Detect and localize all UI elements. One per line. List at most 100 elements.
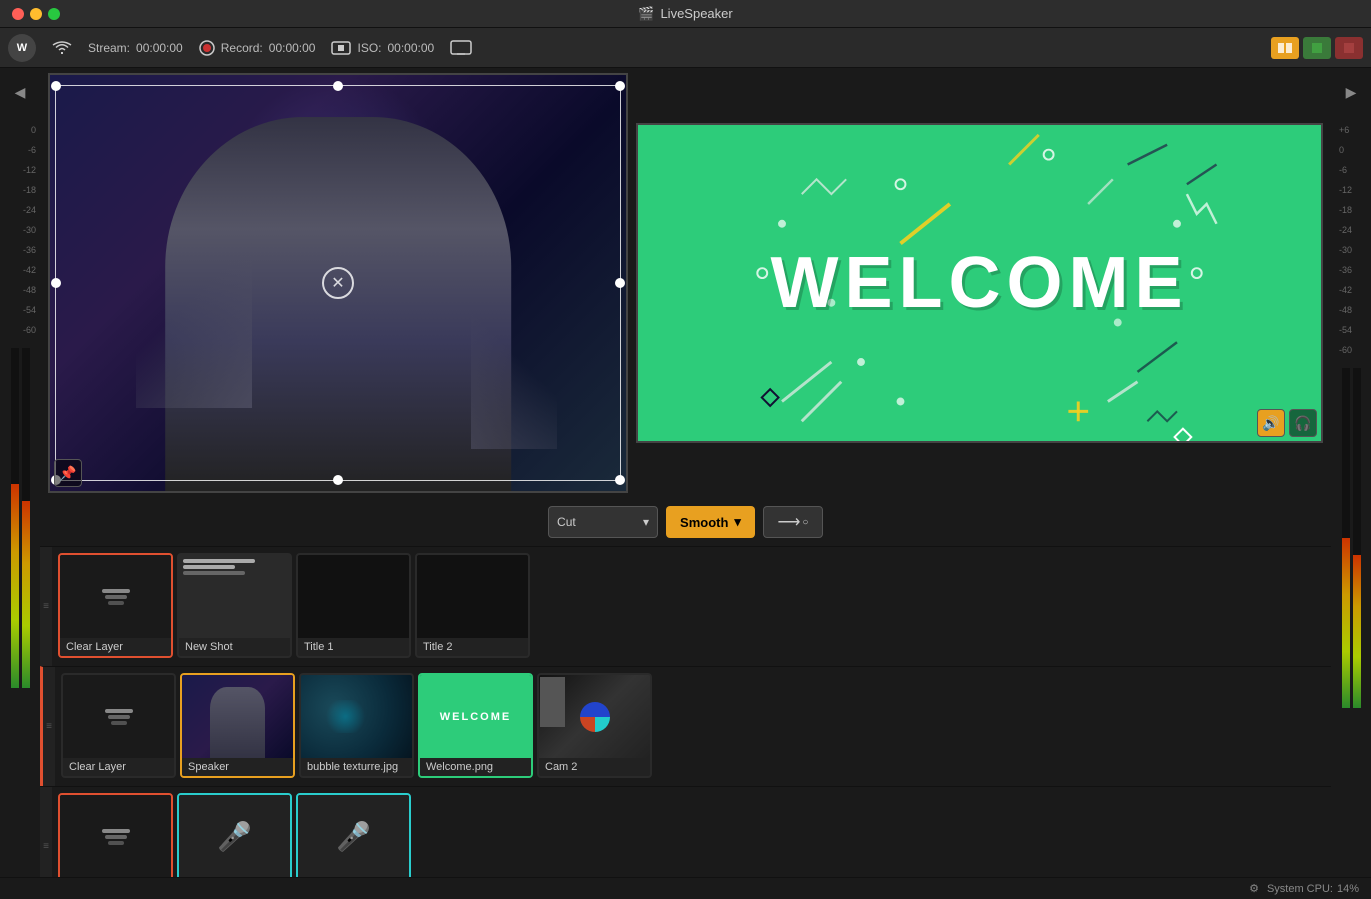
headphone-button[interactable]: 🎧: [1289, 409, 1317, 437]
scene-card-clear-layer-3[interactable]: Clear Layer: [58, 793, 173, 877]
vu-meter-left: ◀ 0 -6 -12 -18 -24 -30 -36 -42 -48 -54 -…: [0, 68, 40, 877]
clear-layer-1-label: Clear Layer: [60, 638, 171, 656]
scene-card-welcome[interactable]: WELCOME Welcome.png: [418, 673, 533, 778]
scene-card-title-2[interactable]: Title 2: [415, 553, 530, 658]
iso-icon: [331, 40, 351, 56]
preview-area: ✕ 📌: [40, 68, 1331, 877]
clear-layer-2-label: Clear Layer: [63, 758, 174, 776]
vu-r-tick-48: -48: [1339, 300, 1367, 320]
layout-button-2[interactable]: [1303, 37, 1331, 59]
cam2-bg: [539, 675, 650, 758]
logo-button[interactable]: W: [8, 34, 36, 62]
vu-right-collapse[interactable]: ▶: [1343, 72, 1359, 112]
scene-card-system-audio[interactable]: 🎤 System Audio Captu: [296, 793, 411, 877]
iso-label: ISO:: [357, 41, 381, 55]
status-bar: ⚙ System CPU: 14%: [0, 877, 1371, 899]
vu-tick-6: -6: [28, 140, 36, 160]
vu-tick-54: -54: [23, 300, 36, 320]
layer-bar-2-3: [111, 721, 127, 725]
wifi-indicator: [52, 40, 72, 56]
smooth-chevron: ▾: [734, 514, 741, 530]
layer-bar-2-2: [108, 715, 130, 719]
minimize-button[interactable]: [30, 8, 42, 20]
scene-card-new-shot[interactable]: New Shot: [177, 553, 292, 658]
vu-bar-left-1: [11, 348, 19, 688]
scenes-area: ≡ Clear Layer: [40, 546, 1331, 877]
vu-meter-right: ▶ +6 0 -6 -12 -18 -24 -30 -36 -42 -48 -5…: [1331, 68, 1371, 877]
nst-bar-2: [183, 565, 235, 569]
iso-indicator: ISO: 00:00:00: [331, 40, 434, 56]
nst-bar-1: [183, 559, 255, 563]
audio-output-button[interactable]: 🔊: [1257, 409, 1285, 437]
pin-button[interactable]: 📌: [54, 459, 82, 487]
row-1-cards: Clear Layer New Shot: [52, 547, 536, 666]
layer-bar-2: [105, 595, 127, 599]
cut-select[interactable]: Cut ▾: [548, 506, 658, 538]
scene-card-title-1[interactable]: Title 1: [296, 553, 411, 658]
row-2-handle[interactable]: ≡: [43, 667, 55, 786]
scene-card-clear-layer-1[interactable]: Clear Layer: [58, 553, 173, 658]
layout-button-1[interactable]: [1271, 37, 1299, 59]
arrow-icon: ⟶: [777, 512, 800, 532]
clear-layer-icon-1: [102, 589, 130, 605]
speaker-thumb: [182, 675, 293, 758]
wifi-icon: [52, 40, 72, 56]
vu-r-tick-0: 0: [1339, 140, 1367, 160]
vu-tick-18: -18: [23, 180, 36, 200]
layout-icon-3: [1343, 42, 1355, 54]
row-3-cards: Clear Layer 🎤 Built-in Microphone: [52, 787, 417, 877]
layout-icon-2: [1311, 42, 1323, 54]
iso-time: 00:00:00: [388, 41, 435, 55]
welcome-card-bg: WELCOME: [420, 675, 531, 758]
welcome-label: Welcome.png: [420, 758, 531, 776]
bubble-bg: [301, 675, 412, 758]
clear-layer-2-thumb: [63, 675, 174, 758]
program-preview-monitor[interactable]: WELCOME 🔊 🎧: [636, 123, 1323, 443]
cut-label: Cut: [557, 515, 576, 529]
vu-r-tick-6: -6: [1339, 160, 1367, 180]
vu-left-collapse[interactable]: ◀: [12, 72, 28, 112]
transition-controls: Cut ▾ Smooth ▾ ⟶ ○: [40, 498, 1331, 546]
vu-r-tick-54: -54: [1339, 320, 1367, 340]
title-1-label: Title 1: [298, 638, 409, 656]
layer-bar-3: [108, 601, 124, 605]
smooth-button[interactable]: Smooth ▾: [666, 506, 755, 538]
scene-card-clear-layer-2[interactable]: Clear Layer: [61, 673, 176, 778]
title-1-bg: [298, 555, 409, 638]
layer-bar-3-1: [102, 829, 130, 833]
row-3-handle[interactable]: ≡: [40, 787, 52, 877]
main-preview-monitor[interactable]: ✕ 📌: [48, 73, 628, 493]
vu-right-scale: +6 0 -6 -12 -18 -24 -30 -36 -42 -48 -54 …: [1331, 120, 1371, 360]
clear-layer-icon-3: [102, 829, 130, 845]
vu-tick-30: -30: [23, 220, 36, 240]
layout-button-3[interactable]: [1335, 37, 1363, 59]
settings-icon[interactable]: ⚙: [1249, 882, 1259, 895]
vu-r-tick-p6: +6: [1339, 120, 1367, 140]
scene-card-cam2[interactable]: Cam 2: [537, 673, 652, 778]
main-area: ◀ 0 -6 -12 -18 -24 -30 -36 -42 -48 -54 -…: [0, 68, 1371, 877]
welcome-card-thumb: WELCOME: [420, 675, 531, 758]
vu-tick-0: 0: [31, 120, 36, 140]
record-button[interactable]: Record: 00:00:00: [199, 40, 316, 56]
close-button[interactable]: [12, 8, 24, 20]
vu-tick-24: -24: [23, 200, 36, 220]
vu-tick-60: -60: [23, 320, 36, 340]
title-bar: 🎬 LiveSpeaker: [0, 0, 1371, 28]
scene-card-speaker[interactable]: Speaker: [180, 673, 295, 778]
scene-card-builtin-mic[interactable]: 🎤 Built-in Microphone: [177, 793, 292, 877]
app-icon: 🎬: [638, 6, 654, 22]
row-1-handle[interactable]: ≡: [40, 547, 52, 666]
record-time: 00:00:00: [269, 41, 316, 55]
vu-r-tick-42: -42: [1339, 280, 1367, 300]
new-shot-content: [179, 555, 290, 638]
monitor-button[interactable]: [450, 40, 472, 56]
clear-layer-icon-2: [105, 709, 133, 725]
speaker-label: Speaker: [182, 758, 293, 776]
fullscreen-button[interactable]: [48, 8, 60, 20]
scene-row-3: ≡ Clear Layer: [40, 786, 1331, 877]
program-monitor-icons: 🔊 🎧: [1257, 409, 1317, 437]
scene-card-bubble[interactable]: bubble texturre.jpg: [299, 673, 414, 778]
transition-arrow-button[interactable]: ⟶ ○: [763, 506, 823, 538]
welcome-text: WELCOME: [771, 242, 1189, 324]
vu-r-tick-12: -12: [1339, 180, 1367, 200]
